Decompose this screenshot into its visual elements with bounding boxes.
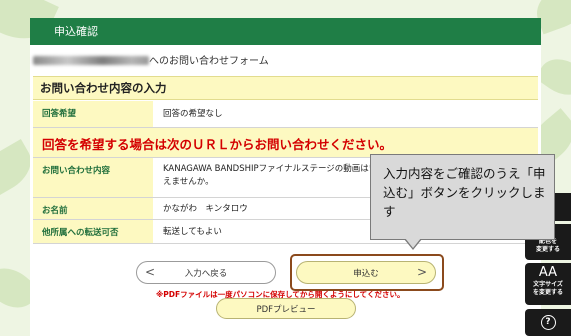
page-header: 申込確認 (30, 18, 541, 45)
section-heading: お問い合わせ内容の入力 (33, 76, 538, 100)
blurred-office-name (33, 56, 149, 65)
chevron-left-icon: < (145, 265, 156, 279)
font-size-label: 文字サイズ を変更する (532, 281, 563, 296)
page-title: 申込確認 (54, 25, 98, 38)
help-icon: ? (540, 315, 556, 330)
row-reply-preference: 回答希望 回答の希望なし (33, 101, 538, 128)
instruction-callout: 入力内容をご確認のうえ「申込む」ボタンをクリックします (370, 154, 555, 240)
font-size-icon: AA (538, 265, 558, 280)
form-name-suffix: へのお問い合わせフォーム (149, 56, 269, 67)
pdf-preview-button[interactable]: PDFプレビュー (216, 298, 356, 319)
row-label: お問い合わせ内容 (33, 158, 153, 197)
help-button[interactable]: ? (525, 309, 571, 336)
callout-pointer-fill (405, 238, 421, 248)
font-size-button[interactable]: AA 文字サイズ を変更する (525, 263, 571, 305)
row-value: 回答の希望なし (163, 109, 223, 119)
color-scheme-label: 配色を 変更する (535, 238, 560, 253)
section-title: お問い合わせ内容の入力 (40, 81, 167, 95)
row-label: 回答希望 (33, 101, 153, 127)
back-to-input-button[interactable]: < 入力へ戻る (136, 261, 276, 284)
submit-highlight-frame (290, 254, 444, 291)
callout-text: 入力内容をご確認のうえ「申込む」ボタンをクリックします (383, 166, 546, 219)
row-label: お名前 (33, 198, 153, 219)
form-name: へのお問い合わせフォーム (33, 52, 269, 67)
row-label: 他所属への転送可否 (33, 220, 153, 243)
pdf-preview-label: PDFプレビュー (256, 304, 316, 315)
back-button-label: 入力へ戻る (184, 268, 228, 279)
